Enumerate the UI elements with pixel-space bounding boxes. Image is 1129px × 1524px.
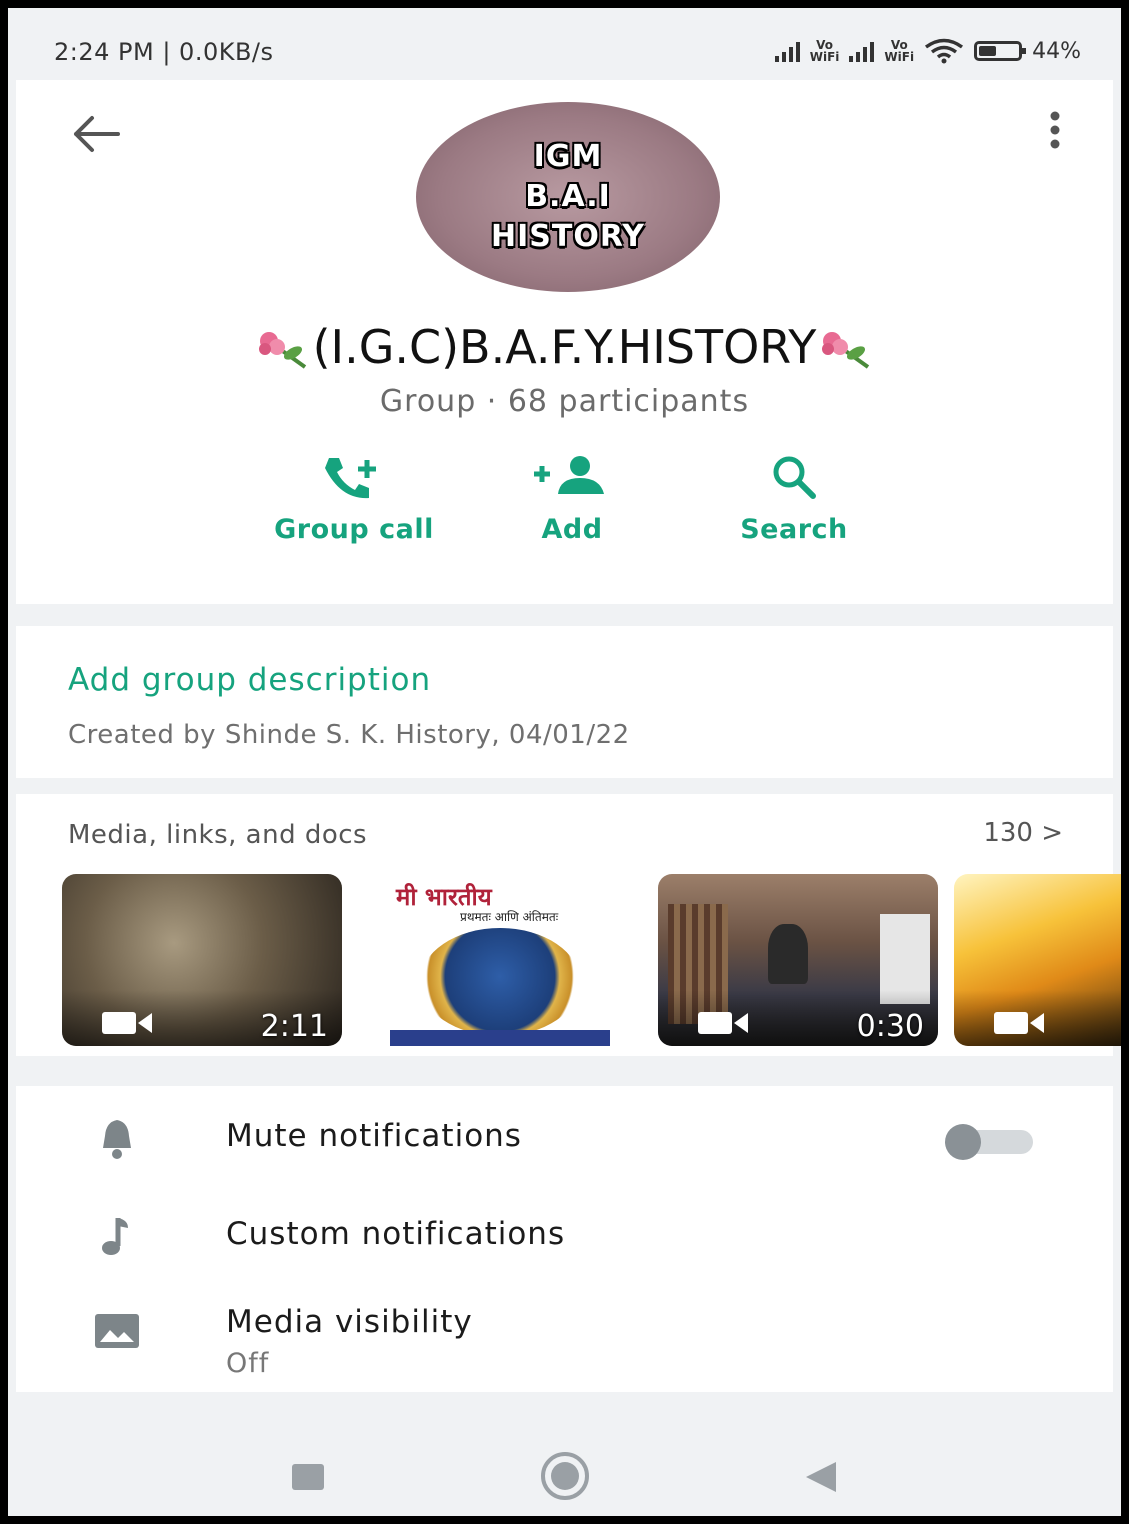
back-arrow-icon[interactable] (70, 114, 122, 154)
media-section: Media, links, and docs 130 > 2:11 मी भार… (16, 794, 1121, 1056)
video-camera-icon (994, 1012, 1044, 1034)
notification-settings: Mute notifications Custom notifications … (16, 1086, 1113, 1392)
group-header: IGM B.A.I HISTORY (I.G.C)B.A.F.Y.HISTORY… (16, 80, 1113, 604)
image-icon (95, 1314, 139, 1348)
add-label: Add (541, 514, 603, 545)
media-thumbnail-image[interactable]: मी भारतीय प्रथमतः आणि अंतिमतः (360, 874, 640, 1046)
media-thumbnail-video[interactable]: 0:30 (658, 874, 938, 1046)
group-call-icon (325, 458, 376, 499)
vowifi-indicator-2: Vo WiFi (884, 38, 915, 64)
add-participant-button[interactable]: Add (462, 454, 682, 545)
home-button[interactable] (538, 1452, 592, 1500)
media-thumbnail-video[interactable]: 2:11 (62, 874, 342, 1046)
media-count-link[interactable]: 130 > (983, 818, 1063, 848)
group-call-button[interactable]: Group call (244, 454, 464, 545)
avatar-text-line: HISTORY (490, 219, 646, 254)
flower-emoji-icon (822, 331, 870, 369)
group-name-row[interactable]: (I.G.C)B.A.F.Y.HISTORY (16, 320, 1113, 374)
signal-icon (774, 40, 800, 62)
more-options-icon[interactable] (1045, 110, 1065, 150)
flower-emoji-icon (258, 331, 306, 369)
poster-subtitle: प्रथमतः आणि अंतिमतः (460, 910, 559, 924)
search-button[interactable]: Search (684, 454, 904, 545)
media-visibility-value: Off (226, 1348, 270, 1379)
group-call-label: Group call (274, 514, 434, 545)
status-time-speed: 2:24 PM | 0.0KB/s (54, 38, 274, 66)
search-label: Search (740, 514, 848, 545)
group-name: (I.G.C)B.A.F.Y.HISTORY (312, 320, 817, 374)
group-participants: Group · 68 participants (379, 384, 750, 419)
battery-percent: 44% (1032, 38, 1081, 64)
video-duration: 2:11 (260, 1009, 328, 1044)
vowifi-indicator: Vo WiFi (809, 38, 840, 64)
add-person-icon (534, 456, 604, 494)
group-avatar[interactable]: IGM B.A.I HISTORY (416, 102, 720, 292)
video-camera-icon (698, 1012, 748, 1034)
battery-icon (974, 41, 1027, 61)
mute-toggle[interactable] (945, 1124, 1033, 1160)
video-duration: 0:30 (856, 1009, 924, 1044)
search-icon (773, 456, 816, 499)
mute-notifications-label: Mute notifications (226, 1118, 522, 1154)
video-camera-icon (102, 1012, 152, 1034)
created-by-text: Created by Shinde S. K. History, 04/01/2… (68, 720, 630, 750)
status-bar: 2:24 PM | 0.0KB/s Vo WiFi Vo WiFi 44% (8, 8, 1121, 80)
media-section-title: Media, links, and docs (68, 820, 368, 850)
add-description-link[interactable]: Add group description (68, 662, 431, 698)
status-icons: Vo WiFi Vo WiFi 44% (774, 38, 1081, 64)
back-button[interactable] (802, 1458, 840, 1496)
media-visibility-label: Media visibility (226, 1304, 473, 1340)
signal-icon-2 (849, 40, 875, 62)
mute-notifications-row[interactable]: Mute notifications (16, 1096, 1113, 1186)
music-note-icon (102, 1218, 128, 1255)
media-visibility-row[interactable]: Media visibility Off (16, 1282, 1113, 1392)
description-section: Add group description Created by Shinde … (16, 626, 1113, 778)
media-thumbnail-video[interactable] (954, 874, 1121, 1046)
poster-portrait (420, 928, 580, 1036)
phone-screen: 2:24 PM | 0.0KB/s Vo WiFi Vo WiFi 44% IGM (8, 8, 1121, 1516)
wifi-icon (925, 38, 964, 64)
custom-notifications-label: Custom notifications (226, 1216, 566, 1252)
bell-icon (103, 1120, 131, 1159)
custom-notifications-row[interactable]: Custom notifications (16, 1194, 1113, 1284)
avatar-text-line: B.A.I (525, 179, 611, 214)
poster-banner (390, 1030, 610, 1046)
avatar-text-line: IGM (533, 139, 603, 174)
system-nav-bar (8, 1440, 1121, 1516)
recents-button[interactable] (290, 1458, 326, 1494)
